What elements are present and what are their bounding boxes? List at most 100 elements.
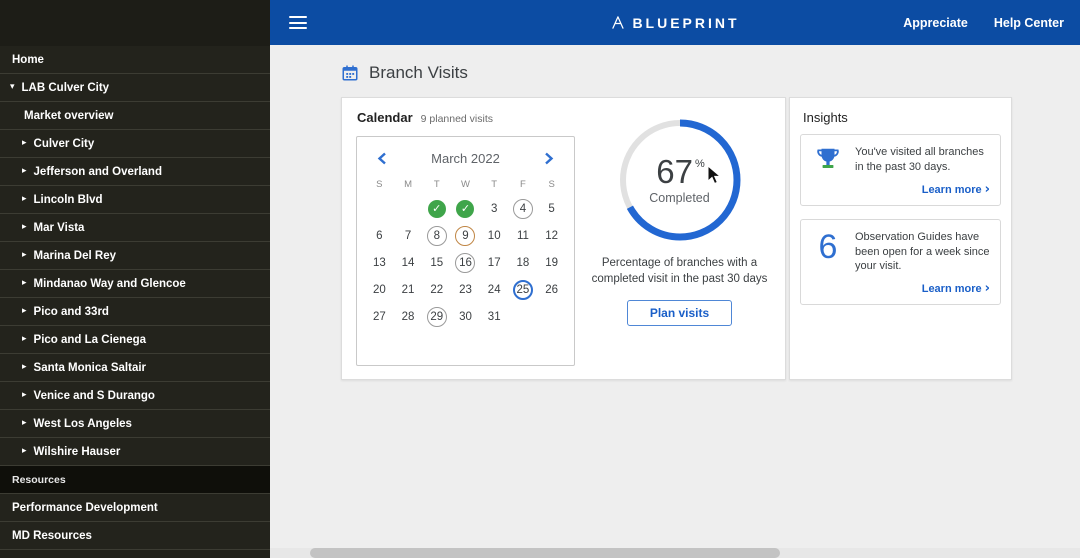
percent-symbol: % <box>694 158 705 170</box>
calendar-day-3[interactable]: 3 <box>480 195 509 222</box>
scrollbar-thumb[interactable] <box>310 548 780 558</box>
calendar-day-28[interactable]: 28 <box>394 303 423 330</box>
calendar-day-16[interactable]: 16 <box>451 249 480 276</box>
menu-icon[interactable] <box>289 16 307 29</box>
chevron-right-icon: ▸ <box>22 390 27 400</box>
sidebar-item-label: Resources <box>12 473 66 486</box>
insight-visual: 6 <box>811 230 845 297</box>
completion-donut-section: 67% Completed Percentage of branches wit… <box>582 116 777 327</box>
day-header: S <box>376 178 383 190</box>
calendar-day-29[interactable]: 29 <box>422 303 451 330</box>
sidebar-item-wilshire-hauser[interactable]: ▸ Wilshire Hauser <box>0 438 270 466</box>
calendar-day-2[interactable]: ✓ <box>451 195 480 222</box>
calendar-day-24[interactable]: 24 <box>480 276 509 303</box>
donut-caption: Percentage of branches with a completed … <box>591 257 768 285</box>
sidebar-item-pico-and-la-cienega[interactable]: ▸ Pico and La Cienega <box>0 326 270 354</box>
page-header: Branch Visits <box>341 63 468 83</box>
sidebar-item-label: Mar Vista <box>33 221 85 234</box>
next-month-button[interactable] <box>544 152 554 165</box>
sidebar-item-mar-vista[interactable]: ▸ Mar Vista <box>0 214 270 242</box>
sidebar-item-label: MD Resources <box>12 529 92 542</box>
calendar-day-31[interactable]: 31 <box>480 303 509 330</box>
brand-name: BLUEPRINT <box>632 14 740 31</box>
calendar-day-10[interactable]: 10 <box>480 222 509 249</box>
day-header: F <box>520 178 526 190</box>
calendar-day-23[interactable]: 23 <box>451 276 480 303</box>
learn-more-link[interactable]: Learn more › <box>855 182 990 197</box>
sidebar-item-label: Pico and La Cienega <box>33 333 147 346</box>
day-header: T <box>491 178 498 190</box>
sidebar-item-home[interactable]: Home <box>0 46 270 74</box>
calendar-day-14[interactable]: 14 <box>394 249 423 276</box>
topbar-link-help-center[interactable]: Help Center <box>994 16 1064 30</box>
calendar-day-19[interactable]: 19 <box>537 249 566 276</box>
sidebar-item-west-los-angeles[interactable]: ▸ West Los Angeles <box>0 410 270 438</box>
calendar-day-7[interactable]: 7 <box>394 222 423 249</box>
chevron-right-icon: ▸ <box>22 306 27 316</box>
sidebar-item-md-resources[interactable]: MD Resources <box>0 522 270 550</box>
sidebar-item-marina-del-rey[interactable]: ▸ Marina Del Rey <box>0 242 270 270</box>
calendar-day-9[interactable]: 9 <box>451 222 480 249</box>
horizontal-scrollbar[interactable] <box>270 548 1080 558</box>
calendar-day-20[interactable]: 20 <box>365 276 394 303</box>
sidebar-item-label: Wilshire Hauser <box>33 445 121 458</box>
calendar-day-8[interactable]: 8 <box>422 222 451 249</box>
learn-more-label: Learn more <box>921 183 982 196</box>
insights-title: Insights <box>803 110 848 125</box>
learn-more-link[interactable]: Learn more › <box>855 281 990 296</box>
calendar-day-empty <box>509 303 538 330</box>
sidebar-item-label: Culver City <box>33 137 95 150</box>
sidebar-item-performance-development[interactable]: Performance Development <box>0 494 270 522</box>
marked-day-circle: 8 <box>426 225 447 246</box>
insights-list: You've visited all branches in the past … <box>800 134 1001 318</box>
calendar-day-empty <box>365 195 394 222</box>
calendar-day-30[interactable]: 30 <box>451 303 480 330</box>
chevron-right-icon: ▸ <box>22 362 27 372</box>
calendar-day-22[interactable]: 22 <box>422 276 451 303</box>
trophy-icon <box>817 148 839 169</box>
calendar-day-headers: SMTWTFS <box>365 173 566 195</box>
prev-month-button[interactable] <box>377 152 387 165</box>
chevron-down-icon: ▾ <box>10 82 15 92</box>
calendar-day-17[interactable]: 17 <box>480 249 509 276</box>
sidebar-item-lab-culver-city[interactable]: ▾ LAB Culver City <box>0 74 270 102</box>
calendar-day-11[interactable]: 11 <box>509 222 538 249</box>
calendar-day-27[interactable]: 27 <box>365 303 394 330</box>
chevron-right-icon: ▸ <box>22 446 27 456</box>
sidebar-item-market-overview[interactable]: Market overview <box>0 102 270 130</box>
calendar-day-1[interactable]: ✓ <box>422 195 451 222</box>
sidebar-item-jefferson-and-overland[interactable]: ▸ Jefferson and Overland <box>0 158 270 186</box>
brand-logo[interactable]: BLUEPRINT <box>610 15 739 31</box>
calendar-day-5[interactable]: 5 <box>537 195 566 222</box>
cards-row: Calendar 9 planned visits March 2022 S M… <box>341 97 1012 380</box>
sidebar-item-culver-city[interactable]: ▸ Culver City <box>0 130 270 158</box>
chevron-right-icon <box>545 152 554 164</box>
insight-visual <box>811 145 845 197</box>
chevron-right-icon: › <box>984 181 990 197</box>
calendar-day-15[interactable]: 15 <box>422 249 451 276</box>
calendar-day-4[interactable]: 4 <box>509 195 538 222</box>
calendar-day-13[interactable]: 13 <box>365 249 394 276</box>
chevron-right-icon: ▸ <box>22 334 27 344</box>
calendar-day-26[interactable]: 26 <box>537 276 566 303</box>
sidebar-item-lincoln-blvd[interactable]: ▸ Lincoln Blvd <box>0 186 270 214</box>
topbar-link-appreciate[interactable]: Appreciate <box>903 16 968 30</box>
calendar-day-6[interactable]: 6 <box>365 222 394 249</box>
calendar-day-18[interactable]: 18 <box>509 249 538 276</box>
chevron-left-icon <box>377 152 386 164</box>
sidebar-item-label: Mindanao Way and Glencoe <box>33 277 186 290</box>
insight-item-2: 6 Observation Guides have been open for a… <box>800 218 1001 306</box>
calendar-card-title: Calendar <box>357 110 413 125</box>
sidebar-item-mindanao-way-and-glencoe[interactable]: ▸ Mindanao Way and Glencoe <box>0 270 270 298</box>
planned-visits-count: 9 planned visits <box>420 113 494 125</box>
sidebar-item-pico-and-33rd[interactable]: ▸ Pico and 33rd <box>0 298 270 326</box>
sidebar-item-resources[interactable]: Resources <box>0 466 270 494</box>
calendar-day-12[interactable]: 12 <box>537 222 566 249</box>
sidebar-item-santa-monica-saltair[interactable]: ▸ Santa Monica Saltair <box>0 354 270 382</box>
sidebar-item-venice-and-s-durango[interactable]: ▸ Venice and S Durango <box>0 382 270 410</box>
page-title: Branch Visits <box>369 63 468 82</box>
calendar-day-25[interactable]: 25 <box>509 276 538 303</box>
marked-day-circle: 4 <box>512 198 533 219</box>
plan-visits-button[interactable]: Plan visits <box>626 300 733 327</box>
calendar-day-21[interactable]: 21 <box>394 276 423 303</box>
